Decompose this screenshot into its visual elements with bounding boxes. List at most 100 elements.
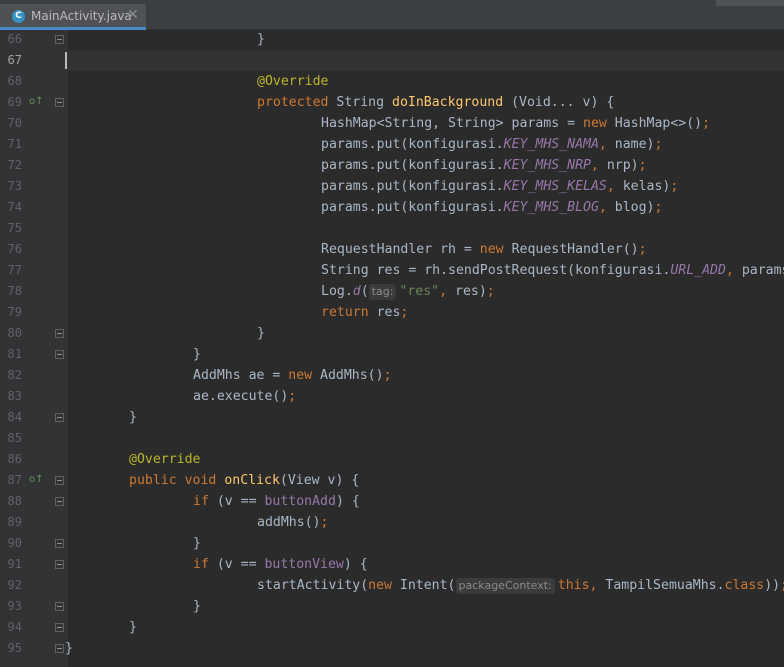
code-token: HashMap<String, String> params = xyxy=(321,116,584,131)
code-line[interactable]: 84} xyxy=(0,407,784,428)
code-line[interactable]: 77 String res = rh.sendPostRequest(konfig… xyxy=(0,260,784,281)
fold-marker-icon[interactable] xyxy=(55,539,64,548)
code-line[interactable]: 87 o↑ public void onClick(View v) { xyxy=(0,470,784,491)
line-number[interactable]: 88 xyxy=(0,491,22,512)
line-number[interactable]: 86 xyxy=(0,449,22,470)
fold-marker-icon[interactable] xyxy=(55,476,64,485)
line-number[interactable]: 82 xyxy=(0,365,22,386)
code-line[interactable]: 68 @Override xyxy=(0,71,784,92)
line-number[interactable]: 70 xyxy=(0,113,22,134)
code-token: } xyxy=(193,347,201,362)
line-number[interactable]: 74 xyxy=(0,197,22,218)
line-number[interactable]: 67 xyxy=(0,50,22,71)
fold-marker-icon[interactable] xyxy=(55,329,64,338)
code-line[interactable]: 82 AddMhs ae = new AddMhs(); xyxy=(0,365,784,386)
line-number[interactable]: 85 xyxy=(0,428,22,449)
tab-title: MainActivity.java xyxy=(31,9,132,23)
line-number[interactable]: 91 xyxy=(0,554,22,575)
code-line[interactable]: 72 params.put(konfigurasi.KEY_MHS_NRP, nr… xyxy=(0,155,784,176)
line-number[interactable]: 71 xyxy=(0,134,22,155)
code-token: kelas) xyxy=(622,179,671,194)
code-line[interactable]: 78 Log.d(tag: "res", res); xyxy=(0,281,784,302)
code-line[interactable]: 95} xyxy=(0,638,784,659)
code-token: String res = rh.sendPostRequest(konfigur… xyxy=(321,263,671,278)
code-line[interactable]: 66} xyxy=(0,30,784,50)
code-token: ae.execute() xyxy=(193,389,289,404)
fold-marker-icon[interactable] xyxy=(55,497,64,506)
code-line[interactable]: 69 o↑ protected String doInBackground (Voi… xyxy=(0,92,784,113)
code-token: ; xyxy=(702,116,711,131)
code-line[interactable]: 71 params.put(konfigurasi.KEY_MHS_NAMA, n… xyxy=(0,134,784,155)
line-number[interactable]: 87 xyxy=(0,470,22,491)
line-number[interactable]: 66 xyxy=(0,30,22,50)
fold-marker-icon[interactable] xyxy=(55,560,64,569)
fold-marker-icon[interactable] xyxy=(55,350,64,359)
line-number[interactable]: 79 xyxy=(0,302,22,323)
code-text: } xyxy=(257,30,265,50)
class-icon: C xyxy=(12,10,25,23)
parameter-hint: packageContext: xyxy=(455,578,555,594)
line-number[interactable]: 76 xyxy=(0,239,22,260)
code-token: ; xyxy=(670,179,679,194)
code-editor[interactable]: 66} 67 68 @Override 69 o↑ protected String doI… xyxy=(0,30,784,667)
line-number[interactable]: 69 xyxy=(0,92,22,113)
code-line[interactable]: 88 if (v == buttonAdd) { xyxy=(0,491,784,512)
code-line[interactable]: 91 if (v == buttonView) { xyxy=(0,554,784,575)
code-line[interactable]: 75 xyxy=(0,218,784,239)
fold-marker-icon[interactable] xyxy=(55,413,64,422)
line-number[interactable]: 84 xyxy=(0,407,22,428)
code-text: params.put(konfigurasi.KEY_MHS_BLOG, blo… xyxy=(321,197,662,218)
code-line[interactable]: 93} xyxy=(0,596,784,617)
code-line[interactable]: 81} xyxy=(0,344,784,365)
tab-main-activity[interactable]: C MainActivity.java ✕ xyxy=(0,4,146,30)
close-icon[interactable]: ✕ xyxy=(127,7,139,23)
line-number[interactable]: 75 xyxy=(0,218,22,239)
override-marker-icon[interactable]: o↑ xyxy=(29,96,44,107)
line-number[interactable]: 73 xyxy=(0,176,22,197)
line-number[interactable]: 93 xyxy=(0,596,22,617)
fold-marker-icon[interactable] xyxy=(55,644,64,653)
line-number[interactable]: 90 xyxy=(0,533,22,554)
line-number[interactable]: 80 xyxy=(0,323,22,344)
fold-marker-icon[interactable] xyxy=(55,98,64,107)
code-token: ; xyxy=(654,137,663,152)
code-line[interactable]: 83 ae.execute(); xyxy=(0,386,784,407)
code-line[interactable]: 76 RequestHandler rh = new RequestHandler… xyxy=(0,239,784,260)
code-line[interactable]: 70 HashMap<String, String> params = new H… xyxy=(0,113,784,134)
line-number[interactable]: 72 xyxy=(0,155,22,176)
code-token: params.put(konfigurasi. xyxy=(321,179,504,194)
override-marker-icon[interactable]: o↑ xyxy=(29,474,44,485)
code-token: (v == xyxy=(208,557,265,572)
fold-marker-icon[interactable] xyxy=(55,35,64,44)
code-token: } xyxy=(129,410,137,425)
code-token: (v == xyxy=(208,494,265,509)
code-line[interactable]: 73 params.put(konfigurasi.KEY_MHS_KELAS, … xyxy=(0,176,784,197)
line-number[interactable]: 95 xyxy=(0,638,22,659)
code-line[interactable]: 74 params.put(konfigurasi.KEY_MHS_BLOG, b… xyxy=(0,197,784,218)
line-number[interactable]: 94 xyxy=(0,617,22,638)
code-line[interactable]: 86 @Override xyxy=(0,449,784,470)
fold-marker-icon[interactable] xyxy=(55,623,64,632)
fold-marker-icon[interactable] xyxy=(55,602,64,611)
line-number[interactable]: 68 xyxy=(0,71,22,92)
code-token: @Override xyxy=(257,74,329,89)
line-number[interactable]: 89 xyxy=(0,512,22,533)
code-line[interactable]: 90} xyxy=(0,533,784,554)
code-line[interactable]: 85 xyxy=(0,428,784,449)
code-line[interactable]: 67 xyxy=(0,50,784,71)
code-line[interactable]: 94} xyxy=(0,617,784,638)
code-line[interactable]: 80} xyxy=(0,323,784,344)
code-line[interactable]: 92 startActivity(new Intent(packageContex… xyxy=(0,575,784,596)
line-number[interactable]: 81 xyxy=(0,344,22,365)
line-number[interactable]: 92 xyxy=(0,575,22,596)
code-token: ; xyxy=(400,305,409,320)
line-number[interactable]: 77 xyxy=(0,260,22,281)
code-token: this xyxy=(557,578,590,593)
code-token: ( xyxy=(360,284,369,299)
line-number[interactable]: 83 xyxy=(0,386,22,407)
line-number[interactable]: 78 xyxy=(0,281,22,302)
code-token: AddMhs ae = xyxy=(193,368,289,383)
code-line[interactable]: 89 addMhs(); xyxy=(0,512,784,533)
code-text: if (v == buttonView) { xyxy=(193,554,368,575)
code-line[interactable]: 79 return res; xyxy=(0,302,784,323)
